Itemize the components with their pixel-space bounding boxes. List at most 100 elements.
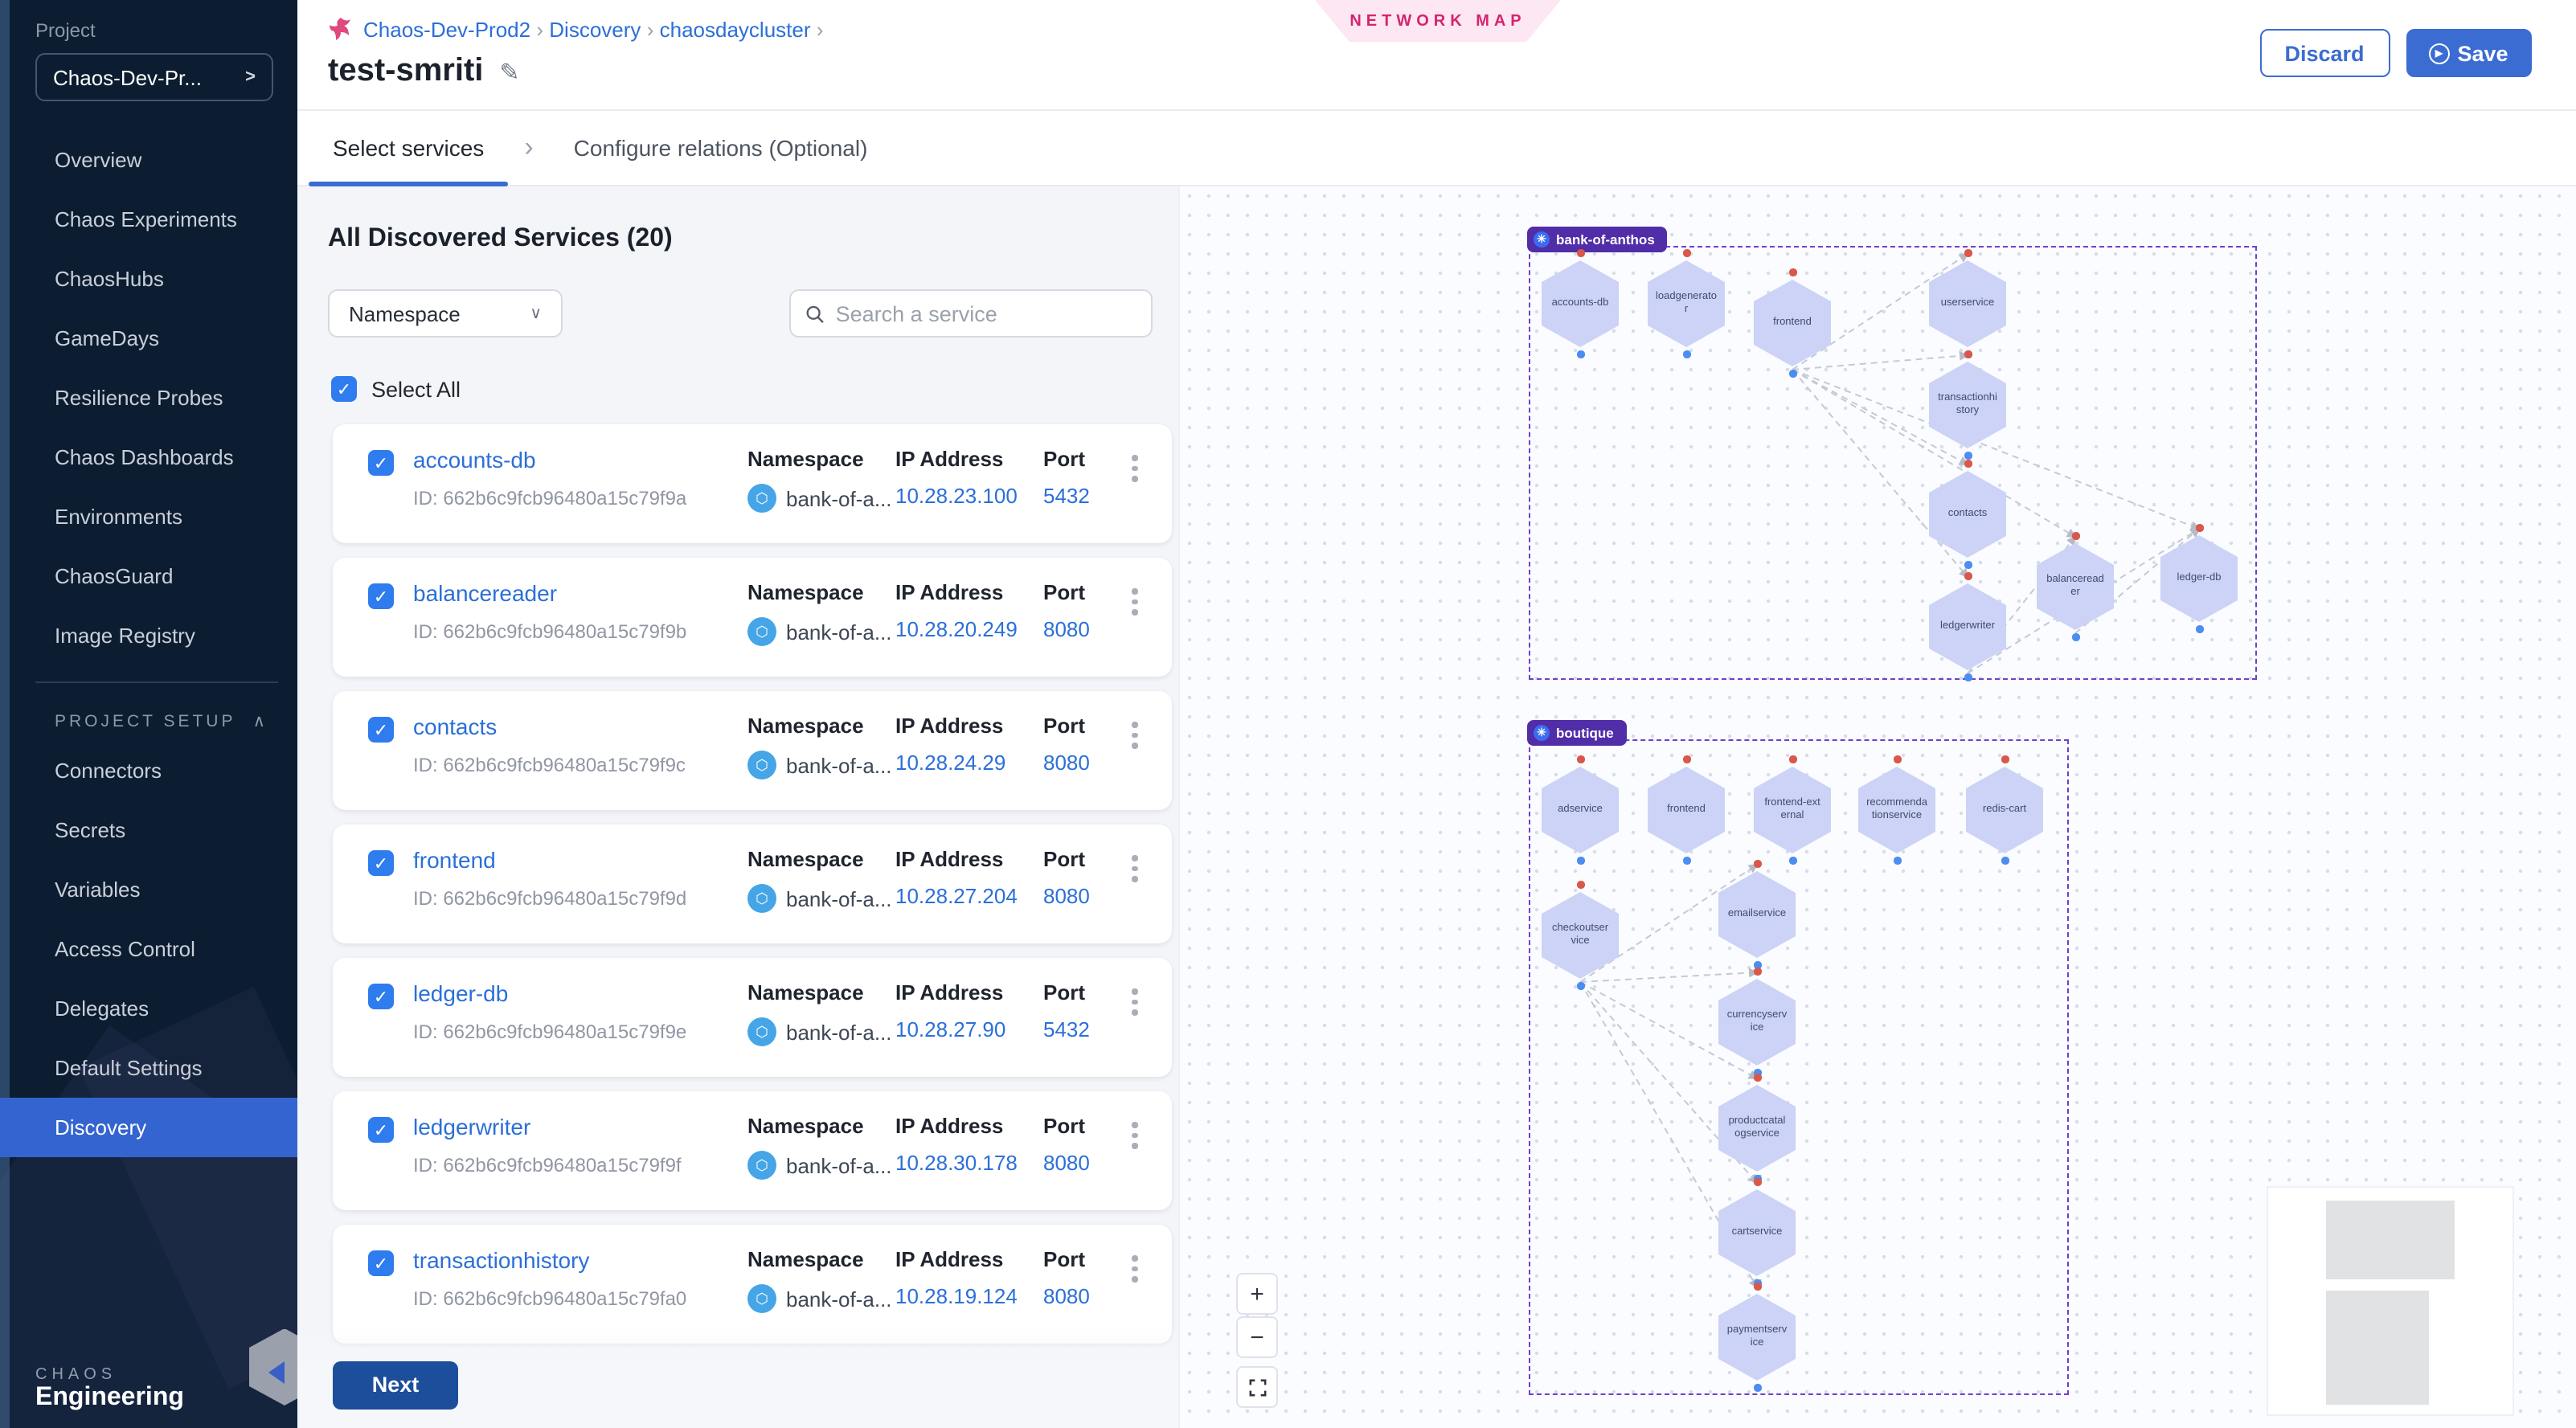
service-checkbox[interactable]: ✓ bbox=[368, 717, 394, 743]
service-name-link[interactable]: ledgerwriter bbox=[413, 1114, 530, 1140]
chevron-right-icon: › bbox=[817, 17, 824, 41]
port-value: 8080 bbox=[1043, 884, 1090, 908]
col-header-ip: IP Address bbox=[895, 1114, 1003, 1138]
ip-value[interactable]: 10.28.23.100 bbox=[895, 484, 1018, 508]
kebab-menu-icon[interactable] bbox=[1127, 984, 1142, 1020]
service-name-link[interactable]: frontend bbox=[413, 847, 496, 873]
sidebar-item-discovery[interactable]: Discovery bbox=[0, 1098, 297, 1157]
service-card-list: ✓accounts-dbID: 662b6c9fcb96480a15c79f9a… bbox=[328, 424, 1178, 1344]
breadcrumb-link-chaos-dev-prod2[interactable]: Chaos-Dev-Prod2 bbox=[363, 17, 530, 41]
kubernetes-icon: ✳ bbox=[1534, 725, 1550, 741]
sidebar-item-chaosguard[interactable]: ChaosGuard bbox=[35, 546, 297, 606]
fullscreen-button[interactable] bbox=[1236, 1366, 1278, 1408]
cluster-edges bbox=[1530, 248, 2259, 681]
network-map-canvas[interactable]: + − ✳bank-of-anthos accounts-dbloadgener… bbox=[1178, 186, 2576, 1428]
chaos-module-icon bbox=[328, 16, 354, 42]
minimap-cluster-1 bbox=[2326, 1201, 2455, 1279]
sidebar-item-default-settings[interactable]: Default Settings bbox=[35, 1038, 297, 1098]
ip-value[interactable]: 10.28.19.124 bbox=[895, 1284, 1018, 1308]
kebab-menu-icon[interactable] bbox=[1127, 583, 1142, 620]
service-checkbox[interactable]: ✓ bbox=[368, 583, 394, 609]
kebab-menu-icon[interactable] bbox=[1127, 1117, 1142, 1153]
col-header-ip: IP Address bbox=[895, 1247, 1003, 1271]
ingress-port-dot bbox=[1577, 249, 1584, 256]
ip-value[interactable]: 10.28.27.204 bbox=[895, 884, 1018, 908]
namespace-text: bank-of-a... bbox=[786, 620, 892, 644]
service-name-link[interactable]: contacts bbox=[413, 714, 497, 739]
sidebar-item-resilience-probes[interactable]: Resilience Probes bbox=[35, 368, 297, 428]
namespace-icon: ⬡ bbox=[747, 1284, 776, 1313]
ip-value[interactable]: 10.28.30.178 bbox=[895, 1151, 1018, 1175]
kubernetes-icon: ✳ bbox=[1534, 231, 1550, 248]
service-checkbox[interactable]: ✓ bbox=[368, 1250, 394, 1276]
page-title: test-smriti bbox=[328, 53, 483, 90]
edit-pencil-icon[interactable]: ✎ bbox=[499, 57, 519, 86]
service-checkbox[interactable]: ✓ bbox=[368, 984, 394, 1009]
chaos-engineering-logo: CHAOS Engineering bbox=[35, 1365, 184, 1412]
tab-configure-relations[interactable]: Configure relations (Optional) bbox=[550, 111, 892, 185]
sidebar-item-overview[interactable]: Overview bbox=[35, 130, 297, 190]
project-selector[interactable]: Chaos-Dev-Pr... > bbox=[35, 53, 273, 101]
col-header-namespace: Namespace bbox=[747, 1114, 864, 1138]
minimap[interactable] bbox=[2268, 1188, 2513, 1414]
sidebar-collapse-icon[interactable] bbox=[268, 1360, 285, 1383]
next-button[interactable]: Next bbox=[333, 1360, 458, 1409]
ip-value[interactable]: 10.28.27.90 bbox=[895, 1017, 1005, 1041]
project-selector-value: Chaos-Dev-Pr... bbox=[53, 65, 202, 89]
ip-value[interactable]: 10.28.20.249 bbox=[895, 617, 1018, 641]
search-input[interactable] bbox=[836, 301, 1136, 325]
sidebar-item-gamedays[interactable]: GameDays bbox=[35, 309, 297, 368]
breadcrumb-link-discovery[interactable]: Discovery bbox=[549, 17, 641, 41]
ingress-port-dot bbox=[2001, 755, 2009, 763]
tab-select-services[interactable]: Select services bbox=[309, 111, 508, 185]
ingress-port-dot bbox=[1577, 755, 1584, 763]
sidebar-item-chaoshubs[interactable]: ChaosHubs bbox=[35, 249, 297, 309]
service-card-balancereader: ✓balancereaderID: 662b6c9fcb96480a15c79f… bbox=[333, 558, 1172, 677]
chevron-up-icon: ∧ bbox=[253, 712, 268, 731]
sidebar-item-delegates[interactable]: Delegates bbox=[35, 979, 297, 1038]
kebab-menu-icon[interactable] bbox=[1127, 850, 1142, 886]
zoom-out-button[interactable]: − bbox=[1236, 1316, 1278, 1358]
ip-value[interactable]: 10.28.24.29 bbox=[895, 751, 1005, 775]
service-checkbox[interactable]: ✓ bbox=[368, 450, 394, 476]
sidebar-item-image-registry[interactable]: Image Registry bbox=[35, 606, 297, 665]
discard-button[interactable]: Discard bbox=[2259, 29, 2390, 77]
service-checkbox[interactable]: ✓ bbox=[368, 850, 394, 876]
zoom-in-button[interactable]: + bbox=[1236, 1273, 1278, 1315]
port-value: 5432 bbox=[1043, 1017, 1090, 1041]
sidebar-item-chaos-dashboards[interactable]: Chaos Dashboards bbox=[35, 428, 297, 487]
sidebar-item-variables[interactable]: Variables bbox=[35, 860, 297, 919]
select-all-checkbox[interactable]: ✓ bbox=[331, 376, 357, 402]
kebab-menu-icon[interactable] bbox=[1127, 717, 1142, 753]
cluster-badge-boutique[interactable]: ✳boutique bbox=[1527, 720, 1627, 746]
namespace-filter-dropdown[interactable]: Namespace ∨ bbox=[328, 289, 563, 338]
ingress-port-dot bbox=[1964, 460, 1972, 467]
ingress-port-dot bbox=[1894, 755, 1901, 763]
sidebar-item-connectors[interactable]: Connectors bbox=[35, 741, 297, 800]
breadcrumb-link-chaosdaycluster[interactable]: chaosdaycluster bbox=[660, 17, 811, 41]
col-header-port: Port bbox=[1043, 1114, 1085, 1138]
cluster-badge-bank-of-anthos[interactable]: ✳bank-of-anthos bbox=[1527, 227, 1668, 252]
save-button[interactable]: ▶ Save bbox=[2406, 29, 2531, 77]
kebab-menu-icon[interactable] bbox=[1127, 450, 1142, 486]
sidebar-item-chaos-experiments[interactable]: Chaos Experiments bbox=[35, 190, 297, 249]
sidebar-item-access-control[interactable]: Access Control bbox=[35, 919, 297, 979]
service-name-link[interactable]: ledger-db bbox=[413, 980, 508, 1006]
service-name-link[interactable]: transactionhistory bbox=[413, 1247, 589, 1273]
project-setup-header[interactable]: PROJECT SETUP ∧ bbox=[35, 689, 297, 741]
namespace-icon: ⬡ bbox=[747, 1017, 776, 1046]
sidebar-item-secrets[interactable]: Secrets bbox=[35, 800, 297, 860]
play-circle-icon: ▶ bbox=[2428, 43, 2449, 63]
search-icon bbox=[805, 303, 825, 324]
sidebar-item-environments[interactable]: Environments bbox=[35, 487, 297, 546]
service-checkbox[interactable]: ✓ bbox=[368, 1117, 394, 1143]
ingress-port-dot bbox=[1964, 350, 1972, 358]
service-id: ID: 662b6c9fcb96480a15c79f9f bbox=[413, 1154, 682, 1176]
chevron-down-icon: ∨ bbox=[530, 305, 542, 322]
service-id: ID: 662b6c9fcb96480a15c79f9e bbox=[413, 1021, 686, 1043]
kebab-menu-icon[interactable] bbox=[1127, 1250, 1142, 1287]
service-card-accounts-db: ✓accounts-dbID: 662b6c9fcb96480a15c79f9a… bbox=[333, 424, 1172, 543]
service-name-link[interactable]: balancereader bbox=[413, 580, 557, 606]
ingress-port-dot bbox=[1754, 1283, 1761, 1290]
service-name-link[interactable]: accounts-db bbox=[413, 447, 536, 473]
